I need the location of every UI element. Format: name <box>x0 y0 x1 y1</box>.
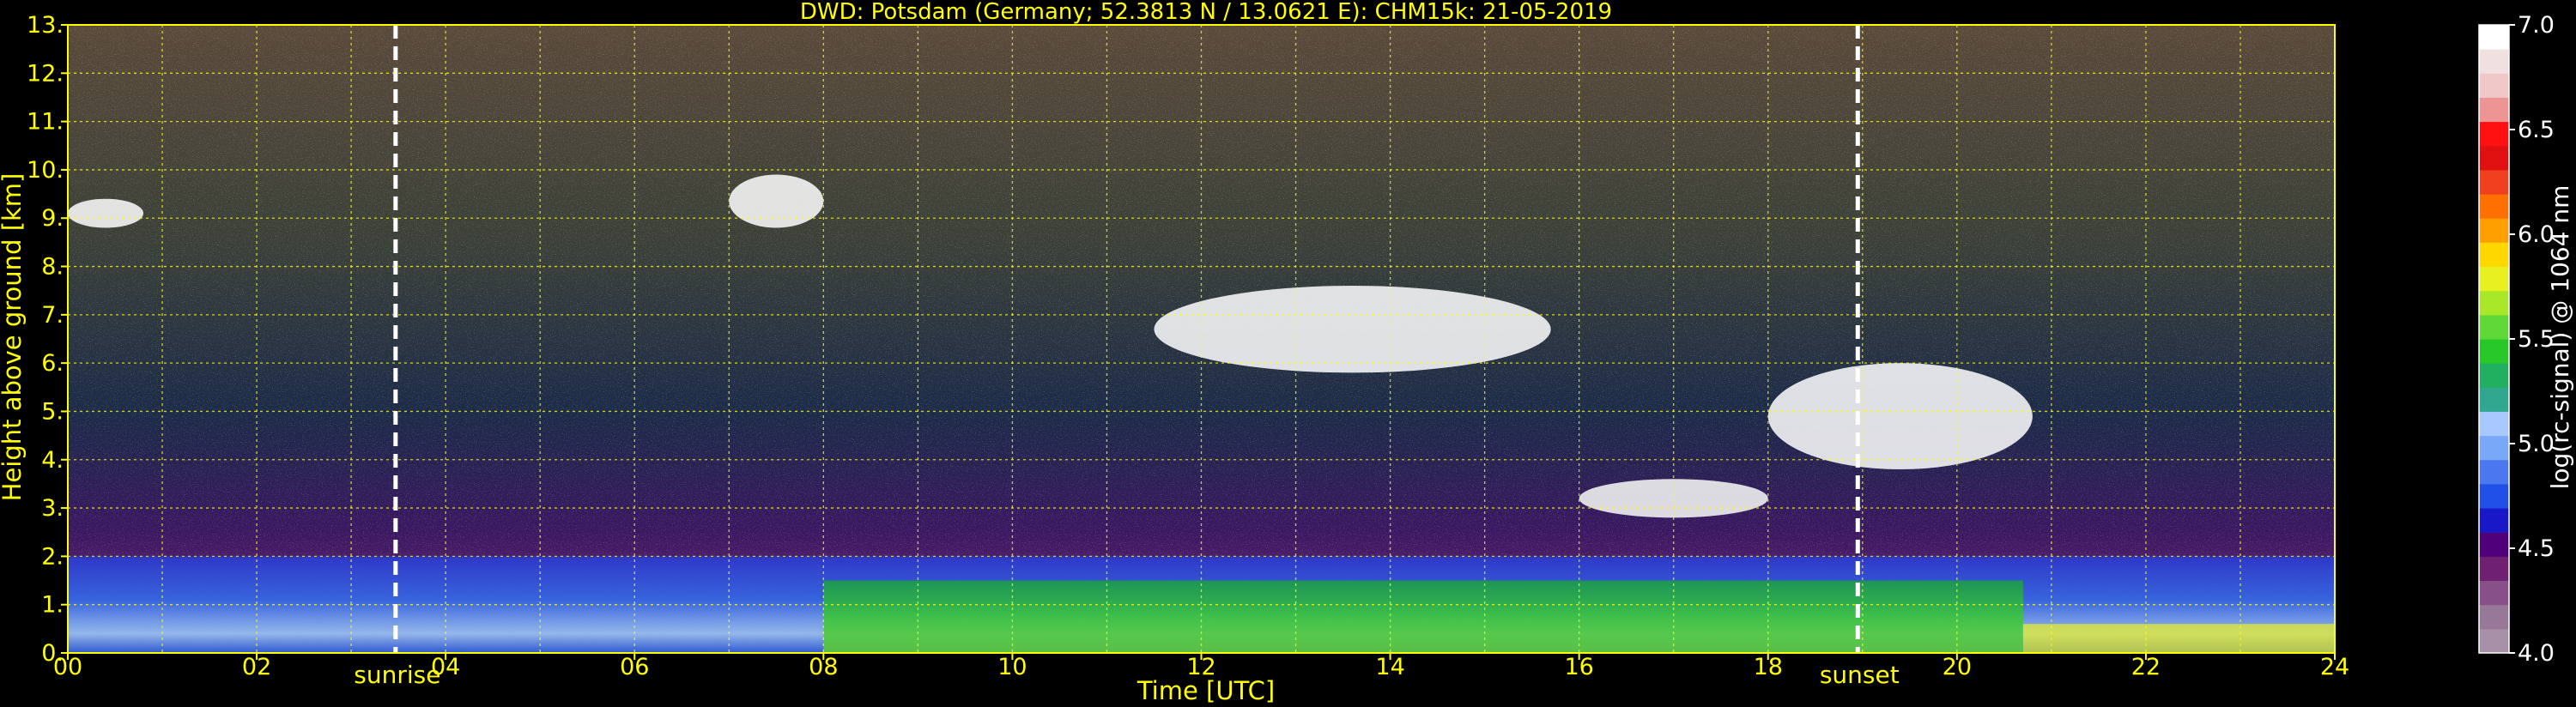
y-tick-label: 11. <box>27 109 64 136</box>
x-tick-label: 24 <box>2320 654 2349 680</box>
y-tick-label: 5. <box>41 398 64 425</box>
colorbar-block <box>2479 628 2509 654</box>
layer-cloud <box>68 198 144 228</box>
colorbar-blocks <box>2479 25 2509 654</box>
plot-area: sunrise sunset <box>67 24 2336 689</box>
x-tick-label: 06 <box>620 654 649 680</box>
colorbar-block <box>2479 604 2509 630</box>
colorbar-block <box>2479 145 2509 171</box>
y-tick-label: 7. <box>41 302 64 329</box>
y-tick-label: 6. <box>41 350 64 377</box>
y-axis-label: Height above ground [km] <box>0 173 27 502</box>
y-axis-ticks: 0.1.2.3.4.5.6.7.8.9.10.11.12.13. <box>27 12 68 667</box>
colorbar-block <box>2479 266 2509 292</box>
colorbar-block <box>2479 218 2509 243</box>
colorbar-block <box>2479 97 2509 123</box>
y-tick-label: 8. <box>41 254 64 281</box>
colorbar-block <box>2479 121 2509 147</box>
colorbar-block <box>2479 363 2509 388</box>
x-tick-label: 08 <box>809 654 838 680</box>
colorbar-block <box>2479 194 2509 219</box>
x-tick-label: 00 <box>53 654 82 680</box>
y-tick-label: 12. <box>27 60 64 87</box>
layer-cloud <box>1154 286 1551 373</box>
layer-night-residual <box>2022 624 2335 653</box>
annotation-label: sunrise <box>354 661 440 689</box>
annotation-label: sunset <box>1820 661 1900 689</box>
colorbar-tick-label: 6.5 <box>2518 117 2555 143</box>
colorbar-tick-label: 4.5 <box>2518 535 2555 562</box>
colorbar-tick-label: 4.0 <box>2518 640 2555 667</box>
x-tick-label: 04 <box>431 654 460 680</box>
x-tick-label: 14 <box>1375 654 1404 680</box>
x-tick-label: 20 <box>1943 654 1972 680</box>
y-tick-label: 2. <box>41 543 64 570</box>
colorbar-block <box>2479 580 2509 606</box>
colorbar-block <box>2479 387 2509 412</box>
colorbar-block <box>2479 532 2509 557</box>
colorbar-block <box>2479 25 2509 50</box>
colorbar-block <box>2479 49 2509 74</box>
layer-daytime-mixing <box>823 580 2023 653</box>
x-tick-label: 16 <box>1564 654 1593 680</box>
x-tick-label: 02 <box>242 654 271 680</box>
colorbar-block <box>2479 339 2509 364</box>
y-tick-label: 3. <box>41 495 64 522</box>
x-tick-label: 22 <box>2131 654 2161 680</box>
colorbar-block <box>2479 314 2509 340</box>
colorbar-block <box>2479 556 2509 582</box>
x-axis-label: Time [UTC] <box>1136 676 1275 705</box>
colorbar-block <box>2479 483 2509 509</box>
y-tick-label: 1. <box>41 592 64 619</box>
colorbar-block <box>2479 290 2509 316</box>
chart-title: DWD: Potsdam (Germany; 52.3813 N / 13.06… <box>800 0 1612 25</box>
x-tick-label: 18 <box>1754 654 1783 680</box>
colorbar-label: log(rc-signal) @ 1064 nm <box>2546 185 2574 490</box>
y-tick-label: 13. <box>27 12 64 39</box>
colorbar-block <box>2479 73 2509 98</box>
y-tick-label: 10. <box>27 157 64 184</box>
colorbar-block <box>2479 411 2509 437</box>
colorbar-block <box>2479 459 2509 485</box>
colorbar-block <box>2479 508 2509 533</box>
x-tick-label: 10 <box>997 654 1027 680</box>
layer-cloud <box>1767 363 2033 470</box>
colorbar: 4.04.55.05.56.06.57.0 <box>2478 12 2555 667</box>
lidar-chart: DWD: Potsdam (Germany; 52.3813 N / 13.06… <box>0 0 2574 705</box>
colorbar-block <box>2479 435 2509 461</box>
y-tick-label: 9. <box>41 205 64 232</box>
layer-cloud <box>729 174 824 228</box>
colorbar-tick-label: 7.0 <box>2518 12 2555 39</box>
colorbar-block <box>2479 242 2509 268</box>
y-tick-label: 4. <box>41 447 64 474</box>
colorbar-block <box>2479 169 2509 195</box>
